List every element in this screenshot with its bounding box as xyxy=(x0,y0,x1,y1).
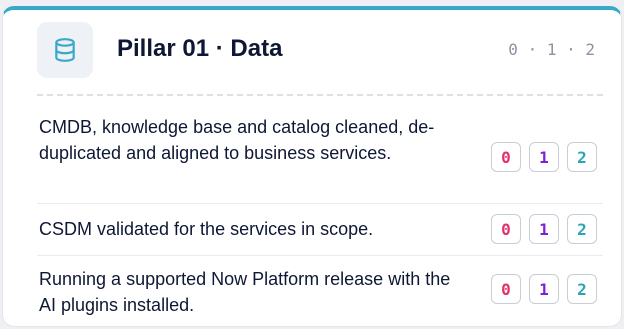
criterion-row: Running a supported Now Platform release… xyxy=(37,256,603,326)
score-scale-legend: 0 · 1 · 2 xyxy=(508,40,595,59)
score-1-button[interactable]: 1 xyxy=(529,214,559,244)
score-buttons: 0 1 2 xyxy=(491,274,597,304)
score-2-button[interactable]: 2 xyxy=(567,274,597,304)
criterion-row: CSDM validated for the services in scope… xyxy=(37,204,603,256)
header-divider xyxy=(37,94,603,96)
pillar-title: Pillar 01 · Data xyxy=(117,35,283,62)
score-buttons: 0 1 2 xyxy=(491,214,597,244)
criterion-text: CMDB, knowledge base and catalog cleaned… xyxy=(39,117,435,163)
criterion-row: CMDB, knowledge base and catalog cleaned… xyxy=(37,100,603,204)
criteria-list: CMDB, knowledge base and catalog cleaned… xyxy=(37,100,603,326)
pillar-header: Pillar 01 · Data 0 · 1 · 2 xyxy=(37,22,603,80)
pillar-card: Pillar 01 · Data 0 · 1 · 2 CMDB, knowled… xyxy=(2,6,622,327)
score-2-button[interactable]: 2 xyxy=(567,142,597,172)
score-1-button[interactable]: 1 xyxy=(529,274,559,304)
criterion-text: Running a supported Now Platform release… xyxy=(39,269,451,315)
criterion-text: CSDM validated for the services in scope… xyxy=(39,219,374,239)
score-0-button[interactable]: 0 xyxy=(491,274,521,304)
score-0-button[interactable]: 0 xyxy=(491,214,521,244)
database-icon xyxy=(37,22,93,78)
score-buttons: 0 1 2 xyxy=(491,142,597,172)
score-2-button[interactable]: 2 xyxy=(567,214,597,244)
score-1-button[interactable]: 1 xyxy=(529,142,559,172)
score-0-button[interactable]: 0 xyxy=(491,142,521,172)
